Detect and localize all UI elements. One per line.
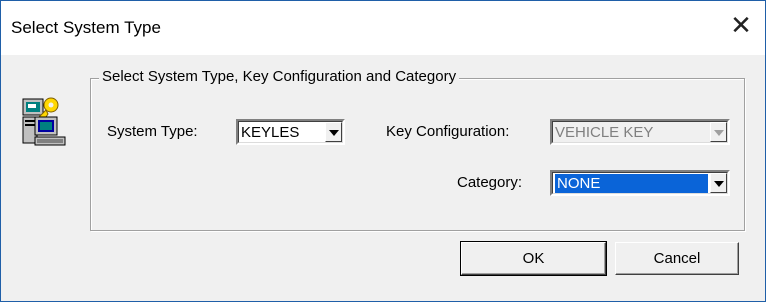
title-bar[interactable]: Select System Type ✕ bbox=[1, 1, 765, 55]
category-label: Category: bbox=[457, 174, 523, 191]
cancel-button[interactable]: Cancel bbox=[615, 242, 739, 275]
category-value: NONE bbox=[555, 174, 708, 193]
system-type-dropdown[interactable]: KEYLES bbox=[236, 119, 345, 145]
computer-key-icon bbox=[22, 97, 66, 146]
chevron-down-icon[interactable] bbox=[710, 173, 727, 193]
chevron-down-icon[interactable] bbox=[710, 122, 727, 142]
close-icon[interactable]: ✕ bbox=[727, 11, 755, 39]
dialog-body: Select System Type, Key Configuration an… bbox=[1, 55, 765, 301]
system-type-label: System Type: bbox=[107, 123, 198, 140]
category-dropdown[interactable]: NONE bbox=[550, 170, 730, 196]
chevron-down-icon[interactable] bbox=[325, 122, 342, 142]
dialog-window: Select System Type ✕ Select System Type,… bbox=[0, 0, 766, 302]
ok-button[interactable]: OK bbox=[460, 241, 607, 276]
key-configuration-dropdown[interactable]: VEHICLE KEY bbox=[550, 119, 730, 145]
dialog-title: Select System Type bbox=[11, 18, 161, 37]
groupbox-legend: Select System Type, Key Configuration an… bbox=[99, 68, 460, 85]
key-configuration-label: Key Configuration: bbox=[386, 123, 510, 140]
selection-groupbox: Select System Type, Key Configuration an… bbox=[90, 68, 745, 231]
system-type-value: KEYLES bbox=[241, 124, 300, 141]
key-configuration-value: VEHICLE KEY bbox=[555, 124, 654, 141]
